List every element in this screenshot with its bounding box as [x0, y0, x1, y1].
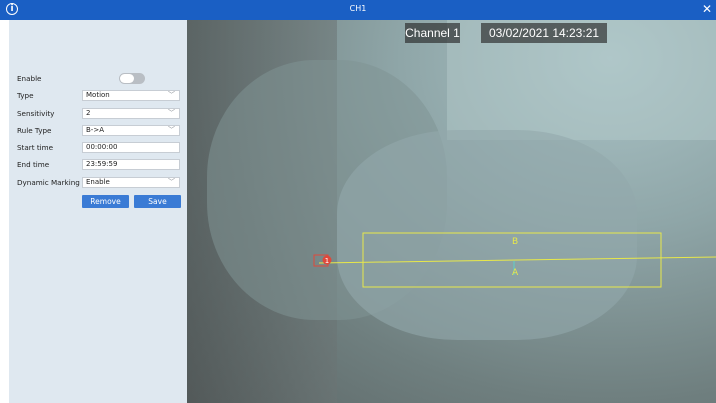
end-time-value: 23:59:59 — [86, 160, 118, 168]
dynamic-marking-label: Dynamic Marking — [17, 178, 80, 187]
enable-toggle[interactable] — [119, 73, 145, 84]
type-select[interactable]: Motion ﹀ — [82, 90, 180, 101]
rule-type-select[interactable]: B->A ﹀ — [82, 125, 180, 136]
save-button[interactable]: Save — [134, 195, 181, 208]
type-label: Type — [17, 91, 34, 100]
end-time-input[interactable]: 23:59:59 — [82, 159, 180, 170]
settings-panel: Enable Type Motion ﹀ Sensitivity 2 ﹀ Rul… — [9, 20, 187, 403]
zone-label-a: A — [512, 268, 519, 278]
dynamic-marking-value: Enable — [86, 178, 110, 186]
end-time-label: End time — [17, 160, 50, 169]
rule-type-row: Rule Type B->A ﹀ — [9, 125, 187, 137]
rule-type-value: B->A — [86, 126, 104, 134]
enable-label: Enable — [17, 74, 42, 83]
video-view[interactable]: Channel 1 03/02/2021 14:23:21 B A 1 — [187, 20, 716, 403]
dynamic-marking-row: Dynamic Marking Enable ﹀ — [9, 177, 187, 189]
type-value: Motion — [86, 91, 110, 99]
trip-line[interactable] — [318, 256, 716, 264]
close-icon[interactable]: ✕ — [702, 2, 712, 16]
sensitivity-label: Sensitivity — [17, 109, 55, 118]
dynamic-marking-select[interactable]: Enable ﹀ — [82, 177, 180, 188]
type-row: Type Motion ﹀ — [9, 90, 187, 102]
chevron-down-icon: ﹀ — [168, 178, 175, 186]
title-bar: i CH1 ✕ — [0, 0, 716, 20]
chevron-down-icon: ﹀ — [168, 109, 175, 117]
chevron-down-icon: ﹀ — [168, 91, 175, 99]
start-time-value: 00:00:00 — [86, 143, 118, 151]
start-time-label: Start time — [17, 143, 54, 152]
sensitivity-select[interactable]: 2 ﹀ — [82, 108, 180, 119]
enable-row: Enable — [9, 73, 187, 85]
remove-button[interactable]: Remove — [82, 195, 129, 208]
line-marker-number: 1 — [325, 257, 329, 265]
end-time-row: End time 23:59:59 — [9, 159, 187, 171]
chevron-down-icon: ﹀ — [168, 126, 175, 134]
sensitivity-row: Sensitivity 2 ﹀ — [9, 108, 187, 120]
rule-type-label: Rule Type — [17, 126, 52, 135]
toggle-knob — [120, 74, 134, 83]
start-time-input[interactable]: 00:00:00 — [82, 142, 180, 153]
sensitivity-value: 2 — [86, 109, 91, 117]
zone-label-b: B — [512, 237, 518, 247]
detection-overlay[interactable]: B A 1 — [187, 20, 716, 403]
window-title: CH1 — [349, 4, 367, 13]
start-time-row: Start time 00:00:00 — [9, 142, 187, 154]
